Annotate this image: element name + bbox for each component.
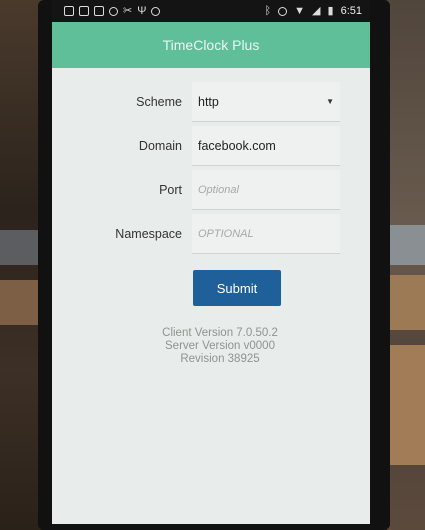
- scheme-select[interactable]: http ▼: [192, 82, 340, 122]
- port-row: Port Optional: [52, 168, 370, 212]
- usb-icon: Ψ: [137, 4, 147, 17]
- background-object: [387, 225, 425, 265]
- revision: Revision 38925: [180, 353, 260, 365]
- wifi-icon: ▼: [294, 4, 306, 17]
- android-icon: [151, 6, 161, 16]
- port-label: Port: [159, 183, 182, 197]
- tools-icon: ✂: [123, 4, 133, 17]
- domain-row: Domain facebook.com: [52, 124, 370, 168]
- app-title: TimeClock Plus: [162, 37, 260, 53]
- bluetooth-icon: ᛒ: [264, 4, 272, 17]
- version-info: Client Version 7.0.50.2 Server Version v…: [52, 327, 370, 366]
- namespace-row: Namespace OPTIONAL: [52, 212, 370, 256]
- background-object: [387, 345, 425, 465]
- battery-icon: ▮: [327, 4, 334, 17]
- submit-wrap: Submit: [52, 270, 370, 306]
- facebook-icon: [94, 6, 104, 16]
- background-object: [387, 275, 425, 330]
- signal-icon: ◢: [312, 4, 321, 17]
- status-time: 6:51: [340, 5, 362, 17]
- facebook-icon: [79, 6, 89, 16]
- scheme-value: http: [198, 94, 219, 109]
- domain-label: Domain: [138, 139, 182, 153]
- circle-notification-icon: [109, 6, 118, 16]
- phone-screen: ✂ Ψ ᛒ ▼ ◢ ▮ 6:51 TimeClock Plus Scheme h…: [52, 0, 370, 524]
- dropdown-arrow-icon: ▼: [326, 97, 334, 106]
- server-form: Scheme http ▼ Domain facebook.com Port O…: [52, 80, 370, 366]
- system-icons: ᛒ ▼ ◢ ▮ 6:51: [265, 5, 362, 17]
- minus-circle-icon: [278, 6, 288, 16]
- scheme-row: Scheme http ▼: [52, 80, 370, 124]
- port-input[interactable]: Optional: [192, 170, 340, 210]
- submit-button[interactable]: Submit: [193, 270, 281, 306]
- status-bar: ✂ Ψ ᛒ ▼ ◢ ▮ 6:51: [52, 0, 370, 22]
- notification-icons: ✂ Ψ: [64, 4, 161, 17]
- domain-input[interactable]: facebook.com: [192, 126, 340, 166]
- app-bar: TimeClock Plus: [52, 22, 370, 68]
- client-version: Client Version 7.0.50.2: [162, 327, 278, 339]
- scheme-label: Scheme: [136, 95, 182, 109]
- facebook-icon: [64, 6, 74, 16]
- namespace-label: Namespace: [115, 227, 182, 241]
- server-version: Server Version v0000: [165, 340, 275, 352]
- namespace-input[interactable]: OPTIONAL: [192, 214, 340, 254]
